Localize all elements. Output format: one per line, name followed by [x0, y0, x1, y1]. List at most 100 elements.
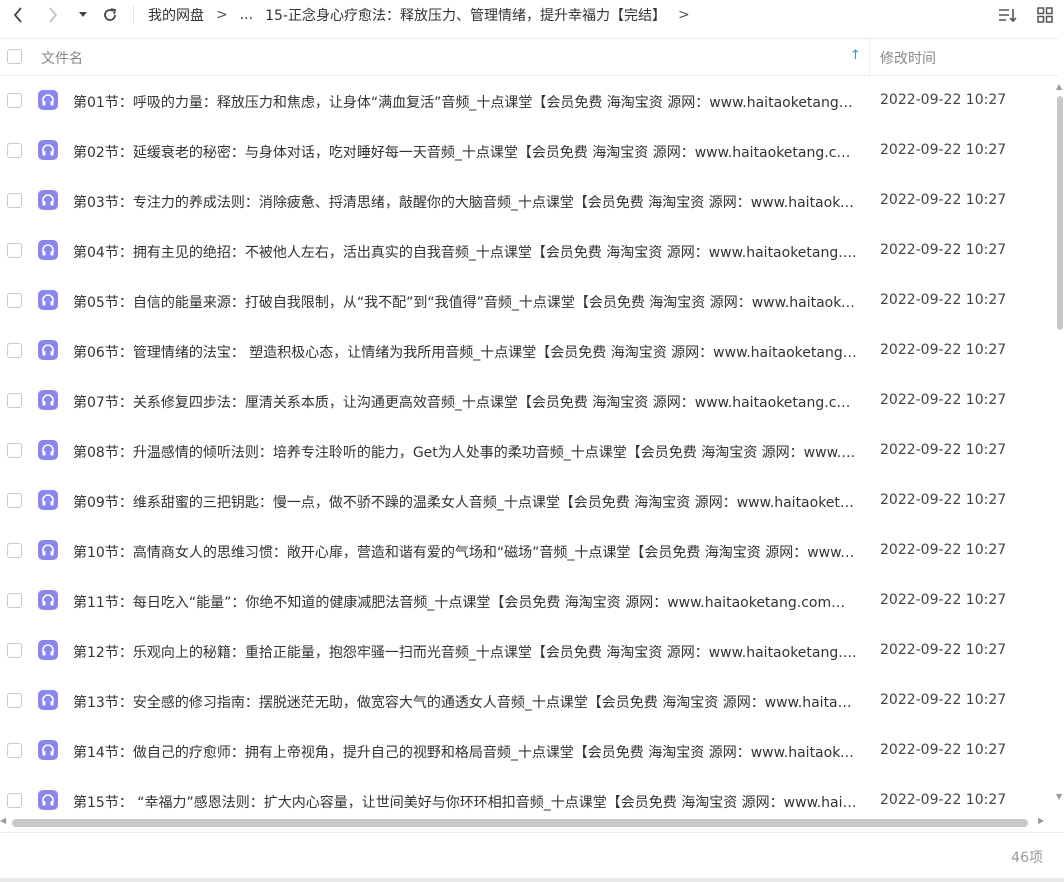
- row-checkbox[interactable]: [7, 793, 22, 808]
- history-dropdown-button[interactable]: [70, 0, 96, 30]
- file-modified-time: 2022-09-22 10:27: [880, 192, 1007, 208]
- file-row[interactable]: 第11节：每日吃入“能量”：你绝不知道的健康减肥法音频_十点课堂【会员免费 海淘…: [0, 576, 1058, 626]
- row-checkbox[interactable]: [7, 743, 22, 758]
- row-checkbox[interactable]: [7, 693, 22, 708]
- row-checkbox[interactable]: [7, 443, 22, 458]
- file-name[interactable]: 第01节：呼吸的力量：释放压力和焦虑，让身体“满血复活”音频_十点课堂【会员免费…: [73, 92, 857, 112]
- chevron-left-icon: [13, 7, 22, 23]
- row-checkbox[interactable]: [7, 543, 22, 558]
- file-name[interactable]: 第07节：关系修复四步法：厘清关系本质，让沟通更高效音频_十点课堂【会员免费 海…: [73, 392, 857, 412]
- headphones-icon: [38, 690, 58, 710]
- status-bar: 46项: [0, 832, 1064, 878]
- file-name[interactable]: 第03节：专注力的养成法则：消除疲惫、捋清思绪，敲醒你的大脑音频_十点课堂【会员…: [73, 192, 857, 212]
- file-row[interactable]: 第08节：升温感情的倾听法则：培养专注聆听的能力，Get为人处事的柔功音频_十点…: [0, 426, 1058, 476]
- file-modified-time: 2022-09-22 10:27: [880, 142, 1007, 158]
- row-checkbox[interactable]: [7, 293, 22, 308]
- select-all-checkbox[interactable]: [7, 49, 22, 64]
- horizontal-scrollbar[interactable]: ◀ ▶: [0, 816, 1050, 830]
- file-modified-time: 2022-09-22 10:27: [880, 292, 1007, 308]
- headphones-icon: [38, 90, 58, 110]
- headphones-icon: [38, 240, 58, 260]
- file-name[interactable]: 第13节：安全感的修习指南：摆脱迷茫无助，做宽容大气的通透女人音频_十点课堂【会…: [73, 692, 857, 712]
- scroll-left-arrow-icon[interactable]: ◀: [0, 816, 6, 825]
- row-checkbox[interactable]: [7, 593, 22, 608]
- file-name[interactable]: 第05节：自信的能量来源：打破自我限制，从“我不配”到“我值得”音频_十点课堂【…: [73, 292, 857, 312]
- file-row[interactable]: 第15节： “幸福力”感恩法则：扩大内心容量，让世间美好与你环环相扣音频_十点课…: [0, 776, 1058, 816]
- breadcrumb-current: 15-正念身心疗愈法：释放压力、管理情绪，提升幸福力【完结】: [265, 8, 666, 24]
- file-modified-time: 2022-09-22 10:27: [880, 92, 1007, 108]
- file-row[interactable]: 第14节：做自己的疗愈师：拥有上帝视角，提升自己的视野和格局音频_十点课堂【会员…: [0, 726, 1058, 776]
- headphones-icon: [38, 440, 58, 460]
- headphones-icon: [38, 340, 58, 360]
- column-time-header[interactable]: 修改时间: [880, 48, 936, 68]
- refresh-button[interactable]: [95, 0, 125, 30]
- file-row[interactable]: 第07节：关系修复四步法：厘清关系本质，让沟通更高效音频_十点课堂【会员免费 海…: [0, 376, 1058, 426]
- grid-view-button[interactable]: [1034, 4, 1056, 26]
- breadcrumb-separator: >: [216, 7, 228, 23]
- breadcrumb-root[interactable]: 我的网盘: [148, 5, 204, 25]
- breadcrumb-separator-end[interactable]: >: [678, 7, 690, 23]
- row-checkbox[interactable]: [7, 343, 22, 358]
- row-checkbox[interactable]: [7, 493, 22, 508]
- toolbar: 我的网盘 > ... 15-正念身心疗愈法：释放压力、管理情绪，提升幸福力【完结…: [0, 0, 1064, 30]
- vertical-scroll-thumb[interactable]: [1057, 96, 1063, 330]
- scroll-right-arrow-icon[interactable]: ▶: [1038, 816, 1044, 825]
- file-modified-time: 2022-09-22 10:27: [880, 692, 1007, 708]
- file-row[interactable]: 第12节：乐观向上的秘籍：重拾正能量，抱怨牢骚一扫而光音频_十点课堂【会员免费 …: [0, 626, 1058, 676]
- file-list: 第01节：呼吸的力量：释放压力和焦虑，让身体“满血复活”音频_十点课堂【会员免费…: [0, 76, 1058, 816]
- bottom-border: [0, 878, 1064, 882]
- row-checkbox[interactable]: [7, 243, 22, 258]
- headphones-icon: [38, 640, 58, 660]
- headphones-icon: [38, 390, 58, 410]
- headphones-icon: [38, 740, 58, 760]
- breadcrumb-ellipsis[interactable]: ...: [240, 7, 253, 23]
- vertical-scrollbar[interactable]: ▲ ▼: [1054, 82, 1064, 804]
- caret-down-icon: [79, 12, 87, 17]
- row-checkbox[interactable]: [7, 393, 22, 408]
- sort-ascending-icon[interactable]: ↑: [850, 48, 861, 63]
- file-name[interactable]: 第11节：每日吃入“能量”：你绝不知道的健康减肥法音频_十点课堂【会员免费 海淘…: [73, 592, 857, 612]
- refresh-icon: [104, 8, 117, 21]
- file-row[interactable]: 第06节：管理情绪的法宝： 塑造积极心态，让情绪为我所用音频_十点课堂【会员免费…: [0, 326, 1058, 376]
- horizontal-scroll-thumb[interactable]: [12, 819, 1028, 827]
- forward-button[interactable]: [38, 0, 68, 30]
- file-row[interactable]: 第04节：拥有主见的绝招：不被他人左右，活出真实的自我音频_十点课堂【会员免费 …: [0, 226, 1058, 276]
- file-modified-time: 2022-09-22 10:27: [880, 592, 1007, 608]
- file-name[interactable]: 第04节：拥有主见的绝招：不被他人左右，活出真实的自我音频_十点课堂【会员免费 …: [73, 242, 857, 262]
- file-name[interactable]: 第08节：升温感情的倾听法则：培养专注聆听的能力，Get为人处事的柔功音频_十点…: [73, 442, 857, 462]
- column-divider[interactable]: [869, 39, 870, 75]
- file-name[interactable]: 第06节：管理情绪的法宝： 塑造积极心态，让情绪为我所用音频_十点课堂【会员免费…: [73, 342, 857, 362]
- headphones-icon: [38, 190, 58, 210]
- file-modified-time: 2022-09-22 10:27: [880, 242, 1007, 258]
- breadcrumb: 我的网盘 > ... 15-正念身心疗愈法：释放压力、管理情绪，提升幸福力【完结…: [148, 0, 702, 30]
- file-row[interactable]: 第05节：自信的能量来源：打破自我限制，从“我不配”到“我值得”音频_十点课堂【…: [0, 276, 1058, 326]
- item-count: 46项: [1011, 850, 1043, 866]
- file-row[interactable]: 第09节：维系甜蜜的三把钥匙：慢一点，做不骄不躁的温柔女人音频_十点课堂【会员免…: [0, 476, 1058, 526]
- file-modified-time: 2022-09-22 10:27: [880, 792, 1007, 808]
- headphones-icon: [38, 140, 58, 160]
- row-checkbox[interactable]: [7, 143, 22, 158]
- sort-button[interactable]: [997, 4, 1019, 26]
- row-checkbox[interactable]: [7, 193, 22, 208]
- file-name[interactable]: 第09节：维系甜蜜的三把钥匙：慢一点，做不骄不躁的温柔女人音频_十点课堂【会员免…: [73, 492, 857, 512]
- file-row[interactable]: 第13节：安全感的修习指南：摆脱迷茫无助，做宽容大气的通透女人音频_十点课堂【会…: [0, 676, 1058, 726]
- row-checkbox[interactable]: [7, 93, 22, 108]
- scroll-down-arrow-icon[interactable]: ▼: [1056, 792, 1062, 801]
- file-name[interactable]: 第15节： “幸福力”感恩法则：扩大内心容量，让世间美好与你环环相扣音频_十点课…: [73, 792, 857, 812]
- file-row[interactable]: 第03节：专注力的养成法则：消除疲惫、捋清思绪，敲醒你的大脑音频_十点课堂【会员…: [0, 176, 1058, 226]
- headphones-icon: [38, 290, 58, 310]
- file-row[interactable]: 第10节：高情商女人的思维习惯：敞开心扉，营造和谐有爱的气场和“磁场”音频_十点…: [0, 526, 1058, 576]
- file-name[interactable]: 第10节：高情商女人的思维习惯：敞开心扉，营造和谐有爱的气场和“磁场”音频_十点…: [73, 542, 857, 562]
- grid-view-icon: [1037, 7, 1053, 23]
- row-checkbox[interactable]: [7, 643, 22, 658]
- scroll-up-arrow-icon[interactable]: ▲: [1056, 82, 1062, 91]
- file-name[interactable]: 第14节：做自己的疗愈师：拥有上帝视角，提升自己的视野和格局音频_十点课堂【会员…: [73, 742, 857, 762]
- file-row[interactable]: 第01节：呼吸的力量：释放压力和焦虑，让身体“满血复活”音频_十点课堂【会员免费…: [0, 76, 1058, 126]
- back-button[interactable]: [3, 0, 33, 30]
- file-name[interactable]: 第12节：乐观向上的秘籍：重拾正能量，抱怨牢骚一扫而光音频_十点课堂【会员免费 …: [73, 642, 857, 662]
- file-name[interactable]: 第02节：延缓衰老的秘密：与身体对话，吃对睡好每一天音频_十点课堂【会员免费 海…: [73, 142, 857, 162]
- column-name-header[interactable]: 文件名: [41, 48, 83, 68]
- file-row[interactable]: 第02节：延缓衰老的秘密：与身体对话，吃对睡好每一天音频_十点课堂【会员免费 海…: [0, 126, 1058, 176]
- file-modified-time: 2022-09-22 10:27: [880, 492, 1007, 508]
- file-modified-time: 2022-09-22 10:27: [880, 342, 1007, 358]
